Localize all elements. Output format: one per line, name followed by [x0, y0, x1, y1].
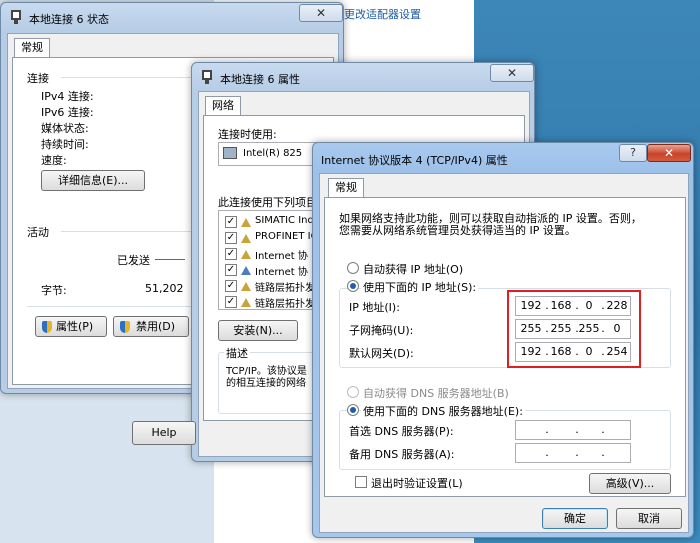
media-state-label: 媒体状态: [41, 122, 89, 135]
auto-dns-label: 自动获得 DNS 服务器地址(B) [363, 387, 509, 400]
ok-button[interactable]: 确定 [542, 508, 608, 529]
tcpip-window: Internet 协议版本 4 (TCP/IPv4) 属性 ? ✕ 常规 如果网… [312, 142, 694, 538]
network-connection-icon [9, 9, 23, 25]
preferred-dns-field[interactable]: . . . [515, 420, 631, 440]
auto-dns-radio[interactable] [347, 386, 359, 398]
duration-label: 持续时间: [41, 138, 89, 151]
octet-dot: . [575, 446, 579, 459]
status-title: 本地连接 6 状态 [29, 13, 109, 26]
activity-group-label: 活动 [27, 226, 49, 239]
advanced-button[interactable]: 高级(V)... [589, 473, 671, 494]
status-close-button[interactable]: ✕ [299, 4, 343, 22]
tcpip-tab-panel: 如果网络支持此功能，则可以获取自动指派的 IP 设置。否则， 您需要从网络系统管… [324, 197, 686, 497]
description-label: 描述 [224, 345, 250, 361]
octet-dot: . [575, 423, 579, 436]
gateway-label: 默认网关(D): [349, 347, 414, 360]
subnet-mask-label: 子网掩码(U): [349, 324, 414, 337]
octet-dot: . [601, 423, 605, 436]
install-button[interactable]: 安装(N)... [218, 320, 298, 341]
properties-button-label: 属性(P) [56, 320, 94, 333]
protocol-icon [241, 265, 251, 275]
auto-ip-label[interactable]: 自动获得 IP 地址(O) [363, 261, 463, 277]
tcpip-help-button[interactable]: ? [619, 144, 647, 162]
tcpip-titlebar[interactable]: Internet 协议版本 4 (TCP/IPv4) 属性 ? ✕ [313, 143, 693, 171]
tcpip-close-button[interactable]: ✕ [647, 144, 691, 162]
network-adapter-icon [223, 147, 237, 159]
uac-shield-icon [120, 321, 130, 333]
octet-dot: . [545, 423, 549, 436]
ipv4-label: IPv4 连接: [41, 90, 94, 103]
connect-using-label: 连接时使用: [218, 128, 277, 141]
item-checkbox[interactable]: ✓ [225, 264, 237, 276]
preferred-dns-label: 首选 DNS 服务器(P): [349, 425, 454, 438]
status-titlebar[interactable]: 本地连接 6 状态 ✕ [1, 3, 343, 31]
properties-titlebar[interactable]: 本地连接 6 属性 ✕ [192, 63, 534, 91]
tab-general[interactable]: 常规 [14, 38, 50, 58]
speed-label: 速度: [41, 154, 67, 167]
item-checkbox[interactable]: ✓ [225, 248, 237, 260]
validate-checkbox[interactable] [355, 476, 367, 488]
adapter-name: Intel(R) 825 [243, 148, 303, 159]
intro-text-line2: 您需要从网络系统管理员处获得适当的 IP 设置。 [339, 224, 576, 237]
uac-shield-icon [42, 321, 52, 333]
octet-dot: . [601, 446, 605, 459]
change-adapter-link[interactable]: 更改适配器设置 [344, 6, 421, 22]
item-checkbox[interactable]: ✓ [225, 216, 237, 228]
ipv6-label: IPv6 连接: [41, 106, 94, 119]
manual-ip-label[interactable]: 使用下面的 IP 地址(S): [361, 279, 479, 295]
disable-button-label: 禁用(D) [136, 320, 176, 333]
properties-close-button[interactable]: ✕ [490, 64, 534, 82]
protocol-icon [241, 249, 251, 259]
network-connection-icon [200, 69, 214, 85]
protocol-icon [241, 281, 251, 291]
cancel-button[interactable]: 取消 [616, 508, 682, 529]
bytes-label: 字节: [41, 284, 67, 297]
tab-network[interactable]: 网络 [205, 96, 241, 116]
auto-ip-radio[interactable] [347, 262, 359, 274]
details-button[interactable]: 详细信息(E)... [41, 170, 145, 191]
item-checkbox[interactable]: ✓ [225, 232, 237, 244]
tab-general[interactable]: 常规 [328, 178, 364, 198]
manual-ip-radio[interactable] [347, 280, 359, 292]
item-checkbox[interactable]: ✓ [225, 280, 237, 292]
highlight-box [507, 290, 641, 368]
description-text-line2: 的相互连接的网络 [226, 378, 306, 389]
help-button[interactable]: Help [132, 421, 196, 445]
alternate-dns-field[interactable]: . . . [515, 443, 631, 463]
ip-address-label: IP 地址(I): [349, 301, 400, 314]
manual-dns-radio[interactable] [347, 404, 359, 416]
bytes-sent-value: 51,202 [145, 282, 184, 295]
manual-dns-label[interactable]: 使用下面的 DNS 服务器地址(E): [361, 403, 525, 419]
connection-group-label: 连接 [27, 72, 49, 85]
sent-line [155, 259, 185, 260]
tcpip-title: Internet 协议版本 4 (TCP/IPv4) 属性 [321, 154, 508, 167]
tcpip-body: 常规 如果网络支持此功能，则可以获取自动指派的 IP 设置。否则， 您需要从网络… [319, 173, 689, 533]
service-icon [241, 233, 251, 243]
properties-button[interactable]: 属性(P) [35, 316, 107, 337]
properties-title: 本地连接 6 属性 [220, 73, 300, 86]
item-checkbox[interactable]: ✓ [225, 296, 237, 308]
protocol-icon [241, 297, 251, 307]
validate-label[interactable]: 退出时验证设置(L) [371, 475, 463, 491]
octet-dot: . [545, 446, 549, 459]
service-icon [241, 217, 251, 227]
sent-label: 已发送 [117, 254, 150, 267]
alternate-dns-label: 备用 DNS 服务器(A): [349, 448, 455, 461]
items-label: 此连接使用下列项目 [218, 196, 317, 209]
disable-button[interactable]: 禁用(D) [113, 316, 189, 337]
